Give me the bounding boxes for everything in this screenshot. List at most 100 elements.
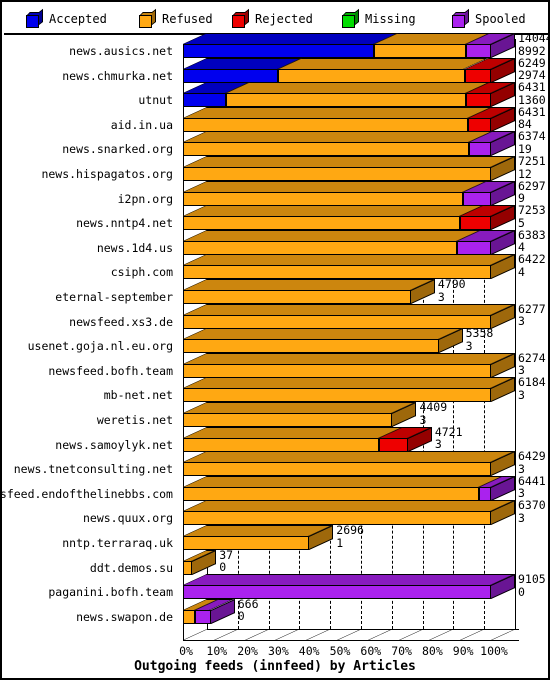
bar-value-bottom: 3 xyxy=(518,510,525,525)
bar-value-label: 6431 84 xyxy=(518,106,546,131)
bar-value-bottom: 0 xyxy=(237,609,245,624)
bar-segment-refused[interactable] xyxy=(373,44,467,58)
bar-segment-top xyxy=(183,475,503,487)
bar-segment-refused[interactable] xyxy=(183,167,491,181)
bar-segment-refused[interactable] xyxy=(183,486,479,501)
bar-value-label: 6374 19 xyxy=(518,130,546,155)
bar-segment-spooled[interactable] xyxy=(463,191,491,206)
bar-value-label: 4790 3 xyxy=(438,278,466,303)
bar-segment-top xyxy=(183,254,515,266)
bars-area: 14044 8992 6249 2974 6431 1360 6431 84 6374 19 725… xyxy=(2,31,550,680)
bar-segment-refused[interactable] xyxy=(183,560,193,575)
bar-segment-refused[interactable] xyxy=(183,117,468,132)
bar-segment-top xyxy=(183,180,488,192)
bar-value-bottom: 4 xyxy=(518,264,525,279)
bar-segment-refused[interactable] xyxy=(278,68,465,83)
bar-value-label: 6422 4 xyxy=(518,253,546,278)
bar-value-top: 7253 xyxy=(518,203,546,218)
plot-right-edge xyxy=(515,39,516,630)
bar-segment-top xyxy=(278,57,489,69)
bar-value-label: 6277 3 xyxy=(518,303,546,328)
plot-area: news.ausics.net news.chmurka.net utnut aid.… xyxy=(0,31,550,680)
bar-value-label: 6383 4 xyxy=(518,229,546,254)
bar-segment-refused[interactable] xyxy=(183,609,196,624)
bar-segment-top xyxy=(183,500,515,512)
bar-segment-rejected[interactable] xyxy=(467,117,491,132)
legend-swatch-icon xyxy=(26,8,43,28)
x-axis-tick-label: 50% xyxy=(329,644,351,659)
legend-accepted[interactable]: Accepted xyxy=(26,4,107,33)
bar-segment-refused[interactable] xyxy=(183,216,461,231)
legend-swatch-icon xyxy=(232,8,249,28)
x-axis-tick-label: 0% xyxy=(179,644,193,659)
bar-value-label: 6431 1360 xyxy=(518,81,546,106)
x-axis-tick-label: 10% xyxy=(206,644,228,659)
bar-segment-accepted[interactable] xyxy=(183,44,374,58)
chart-legend: Accepted Refused Rejected Missing Spooled xyxy=(4,4,548,35)
bar-segment-rejected[interactable] xyxy=(464,68,491,83)
bar-segment-spooled[interactable] xyxy=(183,585,491,600)
legend-rejected[interactable]: Rejected xyxy=(232,4,313,33)
bar-segment-refused[interactable] xyxy=(183,462,491,477)
x-axis-tick-label: 90% xyxy=(452,644,474,659)
bar-segment-refused[interactable] xyxy=(226,93,467,108)
legend-label: Spooled xyxy=(475,11,526,26)
bar-segment-refused[interactable] xyxy=(183,142,470,157)
legend-label: Refused xyxy=(162,11,213,26)
bar-segment-refused[interactable] xyxy=(183,339,439,354)
bar-segment-rejected[interactable] xyxy=(378,437,408,452)
bar-segment-rejected[interactable] xyxy=(466,93,491,108)
bar-value-bottom: 3 xyxy=(518,387,525,402)
x-axis-tick-label: 80% xyxy=(422,644,443,659)
bar-segment-refused[interactable] xyxy=(183,314,491,329)
bar-segment-top xyxy=(183,229,482,241)
bar-segment-spooled[interactable] xyxy=(478,486,491,501)
bar-segment-top xyxy=(183,33,398,44)
bar-segment-accepted[interactable] xyxy=(183,68,279,83)
bar-value-top: 6429 xyxy=(518,449,546,464)
bar-value-label: 6274 3 xyxy=(518,352,546,377)
bar-segment-refused[interactable] xyxy=(183,363,491,378)
bar-value-label: 2696 1 xyxy=(336,524,364,549)
bar-segment-accepted[interactable] xyxy=(183,93,227,108)
bar-value-label: 6370 3 xyxy=(518,499,546,524)
bar-segment-refused[interactable] xyxy=(183,290,411,304)
bar-value-label: 6429 3 xyxy=(518,450,546,475)
bar-segment-top xyxy=(183,574,515,586)
legend-swatch-icon xyxy=(342,8,359,28)
bar-value-label: 6441 3 xyxy=(518,475,546,500)
bar-value-top: 4790 xyxy=(437,277,466,291)
bar-segment-top xyxy=(183,205,485,217)
bar-value-bottom: 3 xyxy=(437,289,445,304)
legend-missing[interactable]: Missing xyxy=(342,4,416,33)
bar-segment-top xyxy=(183,451,515,463)
bar-value-bottom: 3 xyxy=(518,314,525,329)
bar-value-top: 14044 xyxy=(518,31,550,45)
bar-segment-rejected[interactable] xyxy=(460,216,491,231)
x-axis-line xyxy=(183,640,519,642)
bar-segment-spooled[interactable] xyxy=(195,609,211,624)
bar-value-label: 6297 9 xyxy=(518,180,546,205)
bar-segment-refused[interactable] xyxy=(183,437,379,452)
bar-value-label: 666 0 xyxy=(238,598,259,623)
bar-segment-spooled[interactable] xyxy=(469,142,491,157)
bar-value-bottom: 0 xyxy=(219,560,227,575)
x-axis-tick-label: 70% xyxy=(391,644,412,659)
chart-container: Accepted Refused Rejected Missing Spooled ne… xyxy=(0,0,550,680)
bar-value-label: 5358 3 xyxy=(466,327,494,352)
bar-value-bottom: 3 xyxy=(465,338,473,353)
legend-spooled[interactable]: Spooled xyxy=(452,4,526,33)
bar-segment-refused[interactable] xyxy=(183,413,393,427)
bar-segment-refused[interactable] xyxy=(183,191,464,206)
bar-value-label: 7251 12 xyxy=(518,155,546,180)
bar-segment-refused[interactable] xyxy=(183,240,458,255)
legend-refused[interactable]: Refused xyxy=(139,4,213,33)
bar-value-top: 2696 xyxy=(336,523,364,537)
bar-segment-top xyxy=(183,156,515,167)
x-axis-tick-label: 20% xyxy=(237,644,258,659)
legend-swatch-icon xyxy=(452,8,469,28)
bar-segment-spooled[interactable] xyxy=(457,240,491,255)
bar-segment-refused[interactable] xyxy=(183,536,310,550)
bar-segment-spooled[interactable] xyxy=(466,44,491,58)
bar-segment-top xyxy=(183,402,417,413)
